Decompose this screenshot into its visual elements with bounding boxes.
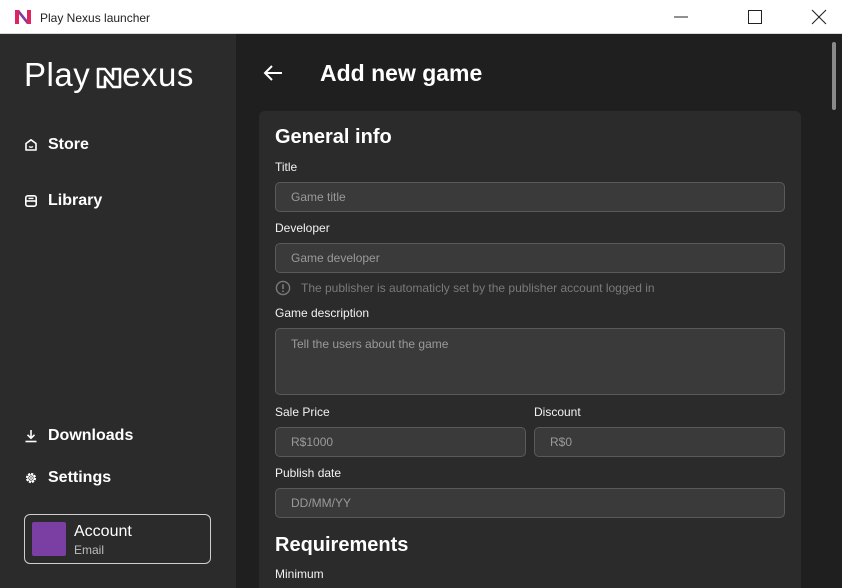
logo-text-play: Play xyxy=(24,56,91,93)
main-content: Add new game General info Title Develope… xyxy=(236,34,842,588)
app-logo-icon xyxy=(15,10,31,24)
description-label: Game description xyxy=(275,306,370,320)
general-info-heading: General info xyxy=(275,126,392,148)
account-email: Email xyxy=(74,543,105,557)
discount-input[interactable] xyxy=(534,427,785,457)
back-arrow-icon[interactable] xyxy=(262,62,284,84)
publish-date-input[interactable] xyxy=(275,488,785,518)
avatar xyxy=(32,522,66,556)
maximize-button[interactable] xyxy=(732,0,778,34)
sidebar: Play exus Store Library Downloads Setting… xyxy=(0,34,236,588)
account-card[interactable]: Account Email xyxy=(24,514,211,564)
gear-icon xyxy=(25,472,37,484)
store-icon xyxy=(25,139,37,151)
sidebar-item-downloads[interactable]: Downloads xyxy=(24,427,133,445)
scrollbar[interactable] xyxy=(826,34,842,588)
close-button[interactable] xyxy=(796,0,842,34)
sidebar-item-settings[interactable]: Settings xyxy=(24,469,111,487)
sidebar-item-label: Downloads xyxy=(48,427,134,444)
publisher-note-text: The publisher is automaticly set by the … xyxy=(301,281,655,295)
minimize-icon xyxy=(674,16,688,18)
publisher-note: The publisher is automaticly set by the … xyxy=(275,280,655,296)
maximize-icon xyxy=(748,10,762,24)
minimum-label: Minimum xyxy=(275,567,324,581)
account-name: Account xyxy=(74,523,132,540)
download-icon xyxy=(25,430,37,443)
play-nexus-logo[interactable]: Play exus xyxy=(24,56,194,94)
discount-label: Discount xyxy=(534,405,581,419)
sidebar-item-label: Settings xyxy=(48,469,112,486)
close-icon xyxy=(811,9,827,25)
minimize-button[interactable] xyxy=(658,0,704,34)
requirements-heading: Requirements xyxy=(275,534,409,556)
title-bar: Play Nexus launcher xyxy=(0,0,842,34)
game-title-input[interactable] xyxy=(275,182,785,212)
sidebar-item-library[interactable]: Library xyxy=(24,192,102,210)
scrollbar-thumb[interactable] xyxy=(832,42,836,110)
add-game-form: General info Title Developer The publish… xyxy=(259,111,801,588)
sale-price-input[interactable] xyxy=(275,427,526,457)
description-textarea[interactable] xyxy=(275,328,785,395)
publish-date-label: Publish date xyxy=(275,466,342,480)
sidebar-item-store[interactable]: Store xyxy=(24,136,89,154)
sale-price-label: Sale Price xyxy=(275,405,330,419)
info-icon xyxy=(275,280,291,296)
nexus-n-icon xyxy=(96,67,122,89)
developer-input[interactable] xyxy=(275,243,785,273)
logo-text-exus: exus xyxy=(122,56,194,93)
window-title: Play Nexus launcher xyxy=(40,11,151,25)
library-icon xyxy=(24,194,37,207)
sidebar-item-label: Store xyxy=(48,136,89,153)
developer-label: Developer xyxy=(275,221,330,235)
title-label: Title xyxy=(275,160,298,174)
sidebar-item-label: Library xyxy=(48,192,103,209)
page-title: Add new game xyxy=(320,60,483,86)
